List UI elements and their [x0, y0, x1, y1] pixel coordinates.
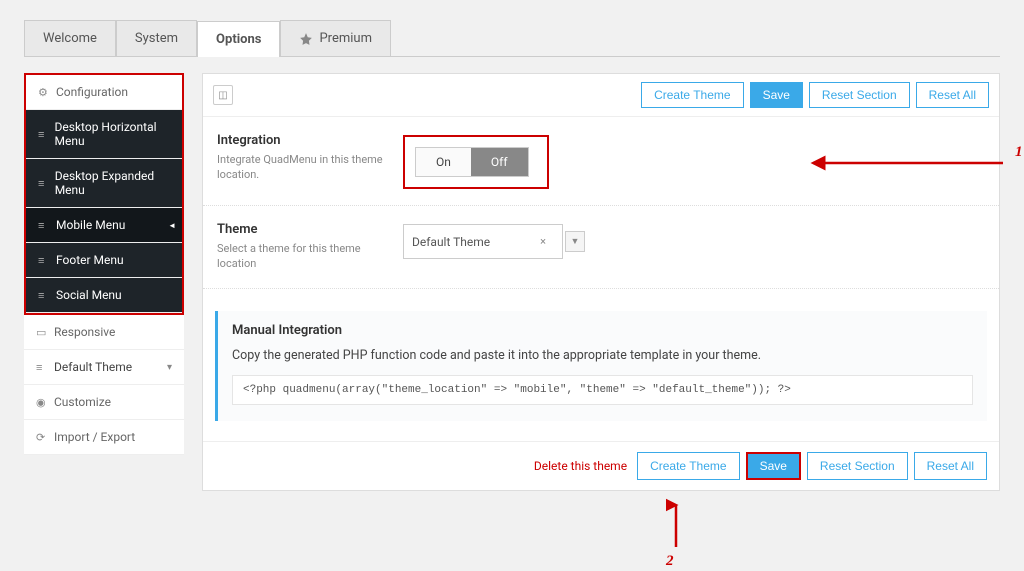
theme-desc: Select a theme for this theme location	[217, 241, 387, 272]
bottom-toolbar: Delete this theme Create Theme Save Rese…	[203, 441, 999, 490]
sidebar-item-label: Import / Export	[54, 430, 135, 444]
gear-icon: ⚙	[38, 86, 48, 99]
sidebar-import-export[interactable]: ⟳ Import / Export	[24, 420, 184, 455]
sidebar-item-label: Footer Menu	[56, 253, 124, 267]
integration-toggle[interactable]: On Off	[415, 147, 529, 177]
chevron-down-icon: ▾	[167, 362, 172, 373]
reset-section-button-bottom[interactable]: Reset Section	[807, 452, 908, 480]
sidebar-highlighted: ⚙Configuration ≡Desktop Horizontal Menu …	[24, 73, 184, 315]
create-theme-button[interactable]: Create Theme	[641, 82, 743, 108]
tab-options[interactable]: Options	[197, 21, 280, 57]
integration-desc: Integrate QuadMenu in this theme locatio…	[217, 152, 387, 183]
integration-section: Integration Integrate QuadMenu in this t…	[203, 117, 999, 206]
callout-arrow-2	[666, 497, 686, 552]
eye-icon: ◉	[36, 396, 46, 409]
menu-icon: ≡	[38, 128, 47, 141]
sidebar-item-label: Default Theme	[54, 360, 132, 374]
sidebar-item-label: Configuration	[56, 85, 128, 99]
save-button-bottom[interactable]: Save	[746, 452, 801, 480]
left-column: ⚙Configuration ≡Desktop Horizontal Menu …	[24, 73, 184, 455]
sidebar-item-footer-menu[interactable]: ≡ Footer Menu	[26, 243, 182, 278]
callout-2-wrap: 2	[24, 497, 1000, 567]
refresh-icon: ⟳	[36, 431, 46, 444]
sidebar-item-label: Responsive	[54, 325, 115, 339]
menu-icon: ≡	[38, 177, 47, 190]
menu-icon: ≡	[38, 289, 48, 302]
tab-premium-label: Premium	[319, 31, 372, 46]
manual-integration-box: Manual Integration Copy the generated PH…	[215, 311, 987, 421]
sidebar-item-label: Social Menu	[56, 288, 122, 302]
top-toolbar: ◫ Create Theme Save Reset Section Reset …	[203, 74, 999, 117]
callout-arrow-1	[803, 153, 1023, 173]
sidebar-item-desktop-expanded[interactable]: ≡ Desktop Expanded Menu	[26, 159, 182, 208]
reset-all-button-bottom[interactable]: Reset All	[914, 452, 987, 480]
save-button[interactable]: Save	[750, 82, 803, 108]
theme-title: Theme	[217, 222, 387, 237]
top-tabs: Welcome System Options Premium	[24, 20, 1000, 57]
sidebar-lower: ▭ Responsive ≡ Default Theme ▾ ◉ Customize ⟳…	[24, 315, 184, 455]
sidebar-item-mobile-menu[interactable]: ≡ Mobile Menu	[26, 208, 182, 243]
integration-title: Integration	[217, 133, 387, 148]
toggle-off[interactable]: Off	[471, 148, 528, 176]
manual-desc: Copy the generated PHP function code and…	[232, 348, 973, 363]
sidebar-item-label: Desktop Horizontal Menu	[55, 120, 170, 148]
create-theme-button-bottom[interactable]: Create Theme	[637, 452, 739, 480]
sidebar-item-desktop-horizontal[interactable]: ≡ Desktop Horizontal Menu	[26, 110, 182, 159]
main-panel: ◫ Create Theme Save Reset Section Reset …	[202, 73, 1000, 491]
sidebar-configuration[interactable]: ⚙ Configuration	[26, 75, 182, 110]
reset-section-button[interactable]: Reset Section	[809, 82, 910, 108]
clear-icon[interactable]: ×	[532, 230, 554, 253]
tab-system[interactable]: System	[116, 20, 197, 56]
sidebar-item-label: Desktop Expanded Menu	[55, 169, 170, 197]
tab-premium[interactable]: Premium	[280, 20, 391, 56]
monitor-icon: ▭	[36, 326, 46, 339]
callout-number-2: 2	[666, 553, 674, 570]
theme-select-value: Default Theme×	[403, 224, 563, 259]
expand-button[interactable]: ◫	[213, 85, 233, 105]
sidebar-item-social-menu[interactable]: ≡ Social Menu	[26, 278, 182, 313]
sidebar-responsive[interactable]: ▭ Responsive	[24, 315, 184, 350]
tab-welcome[interactable]: Welcome	[24, 20, 116, 56]
integration-toggle-highlight: On Off	[403, 135, 549, 189]
ribbon-icon	[299, 32, 313, 46]
manual-title: Manual Integration	[232, 323, 973, 338]
expand-icon: ◫	[218, 90, 227, 101]
callout-number-1: 1	[1015, 144, 1023, 161]
toggle-on[interactable]: On	[416, 148, 471, 176]
sidebar-customize[interactable]: ◉ Customize	[24, 385, 184, 420]
menu-icon: ≡	[38, 254, 48, 267]
php-code-block[interactable]: <?php quadmenu(array("theme_location" =>…	[232, 375, 973, 405]
menu-icon: ≡	[36, 361, 46, 374]
theme-select[interactable]: Default Theme× ▼	[403, 224, 985, 259]
delete-theme-link[interactable]: Delete this theme	[534, 459, 627, 473]
sidebar-item-label: Mobile Menu	[56, 218, 125, 232]
menu-icon: ≡	[38, 219, 48, 232]
sidebar-item-label: Customize	[54, 395, 111, 409]
chevron-down-icon[interactable]: ▼	[565, 231, 585, 252]
sidebar-default-theme[interactable]: ≡ Default Theme ▾	[24, 350, 184, 385]
theme-section: Theme Select a theme for this theme loca…	[203, 206, 999, 289]
reset-all-button[interactable]: Reset All	[916, 82, 989, 108]
